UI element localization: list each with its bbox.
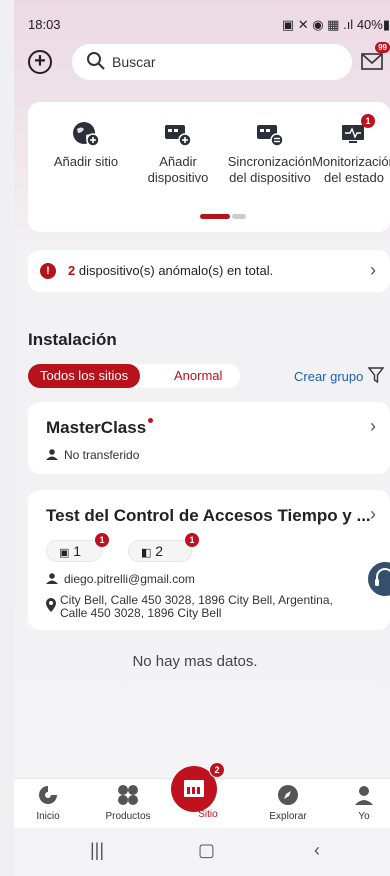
action-add-device[interactable]: Añadir dispositivo (128, 120, 228, 186)
home-button[interactable]: ▢ (198, 840, 215, 861)
pager-dot-active (200, 214, 230, 219)
add-device-icon (163, 120, 193, 148)
nav-label: Yo (358, 811, 370, 822)
door-count-pill: ◧ 2 1 (128, 533, 199, 562)
mail-icon (361, 53, 383, 70)
nav-home[interactable]: Inicio (18, 783, 78, 822)
top-bar: + Buscar 99 (14, 42, 390, 82)
alert-icon: ! (40, 263, 56, 279)
site-nav-button[interactable]: 2 (171, 762, 225, 812)
site-filter-tabs: Todos los sitios Anormal (28, 364, 240, 388)
owner-email: diego.pitrelli@gmail.com (64, 572, 195, 586)
nav-label: Inicio (36, 811, 60, 822)
action-label-line1: Añadir (159, 154, 197, 169)
action-monitor-status[interactable]: 1 Monitorización del estado (304, 114, 390, 186)
user-icon (46, 573, 58, 584)
add-site-icon (71, 120, 101, 148)
carousel-pager (200, 214, 246, 219)
anomaly-alert[interactable]: ! 2 dispositivo(s) anómalo(s) en total. … (28, 250, 390, 292)
action-label-line2: del estado (324, 170, 384, 185)
status-icons: ▣ ✕ ◉ ▦ .ıl 40%▮ (281, 17, 390, 32)
device-icon: ▣ (59, 547, 70, 559)
filter-icon[interactable] (368, 366, 384, 384)
device-count: 1 (73, 543, 82, 559)
pager-dot (232, 214, 246, 219)
alert-message: dispositivo(s) anómalo(s) en total. (75, 263, 274, 278)
site-owner: No transferido (46, 448, 139, 462)
system-nav-bar: ||| ▢ ‹ (14, 828, 390, 876)
owner-text: No transferido (64, 448, 140, 462)
search-placeholder: Buscar (112, 54, 156, 70)
action-label-line2: dispositivo (147, 170, 209, 185)
action-add-site[interactable]: Añadir sitio (36, 120, 136, 170)
device-count-pill: ▣ 1 1 (46, 533, 109, 562)
status-bar: 18:03 ▣ ✕ ◉ ▦ .ıl 40%▮ (14, 14, 390, 36)
create-group-link[interactable]: Crear grupo (294, 369, 363, 384)
door-device-icon: ◧ (141, 547, 152, 559)
nav-label: Productos (105, 811, 151, 822)
status-time: 18:03 (28, 17, 61, 32)
site-card-test-control[interactable]: Test del Control de Accesos Tiempo y ...… (28, 490, 390, 630)
profile-icon (352, 783, 376, 807)
end-of-list-text: No hay mas datos. (132, 653, 258, 670)
search-icon (87, 52, 105, 70)
nav-explore[interactable]: Explorar (258, 783, 318, 822)
back-button[interactable]: ‹ (314, 840, 320, 861)
tab-all-sites[interactable]: Todos los sitios (28, 364, 141, 388)
address-line2: Calle 450 3028, 1896 City Bell (60, 606, 222, 620)
app-screen: 18:03 ▣ ✕ ◉ ▦ .ıl 40%▮ + Buscar 99 Añadi… (14, 0, 390, 876)
site-name: Test del Control de Accesos Tiempo y ... (46, 506, 371, 525)
support-button[interactable] (366, 560, 390, 598)
site-name-text: MasterClass (46, 418, 147, 437)
door-badge: 1 (185, 533, 199, 547)
door-count: 2 (155, 543, 164, 559)
home-icon (36, 783, 60, 807)
headset-icon (375, 568, 390, 586)
location-pin-icon (46, 598, 56, 612)
monitor-status-icon: 1 (339, 114, 375, 148)
monitor-badge: 1 (361, 114, 375, 128)
nav-label: Explorar (269, 811, 307, 822)
chevron-right-icon: › (370, 504, 376, 524)
site-owner: diego.pitrelli@gmail.com (46, 572, 195, 586)
site-name: MasterClass (46, 418, 154, 438)
recent-apps-button[interactable]: ||| (90, 840, 104, 861)
site-card-masterclass[interactable]: MasterClass › No transferido (28, 402, 390, 474)
chevron-right-icon: › (370, 416, 376, 436)
device-badge: 1 (95, 533, 109, 547)
alert-text: 2 dispositivo(s) anómalo(s) en total. (68, 263, 273, 278)
action-label: Añadir sitio (53, 154, 119, 169)
tab-abnormal[interactable]: Anormal (174, 364, 222, 388)
nav-products[interactable]: Productos (98, 783, 158, 822)
site-nav-badge: 2 (209, 762, 225, 778)
mail-button[interactable]: 99 (360, 42, 390, 72)
explore-icon (276, 783, 300, 807)
user-icon (46, 449, 58, 460)
battery-level: 40% (356, 17, 383, 32)
mail-badge: 99 (375, 42, 390, 53)
nav-profile[interactable]: Yo (334, 783, 390, 822)
section-title: Instalación (28, 330, 117, 349)
quick-actions-card: Añadir sitio Añadir dispositivo Sincroni… (28, 102, 390, 232)
sync-device-icon (255, 120, 285, 148)
search-input[interactable]: Buscar (72, 44, 352, 80)
add-button[interactable]: + (28, 50, 52, 74)
chevron-right-icon: › (370, 260, 376, 280)
action-label-line1: Monitorización (312, 154, 390, 169)
products-icon (116, 783, 140, 807)
unread-dot (148, 418, 154, 423)
